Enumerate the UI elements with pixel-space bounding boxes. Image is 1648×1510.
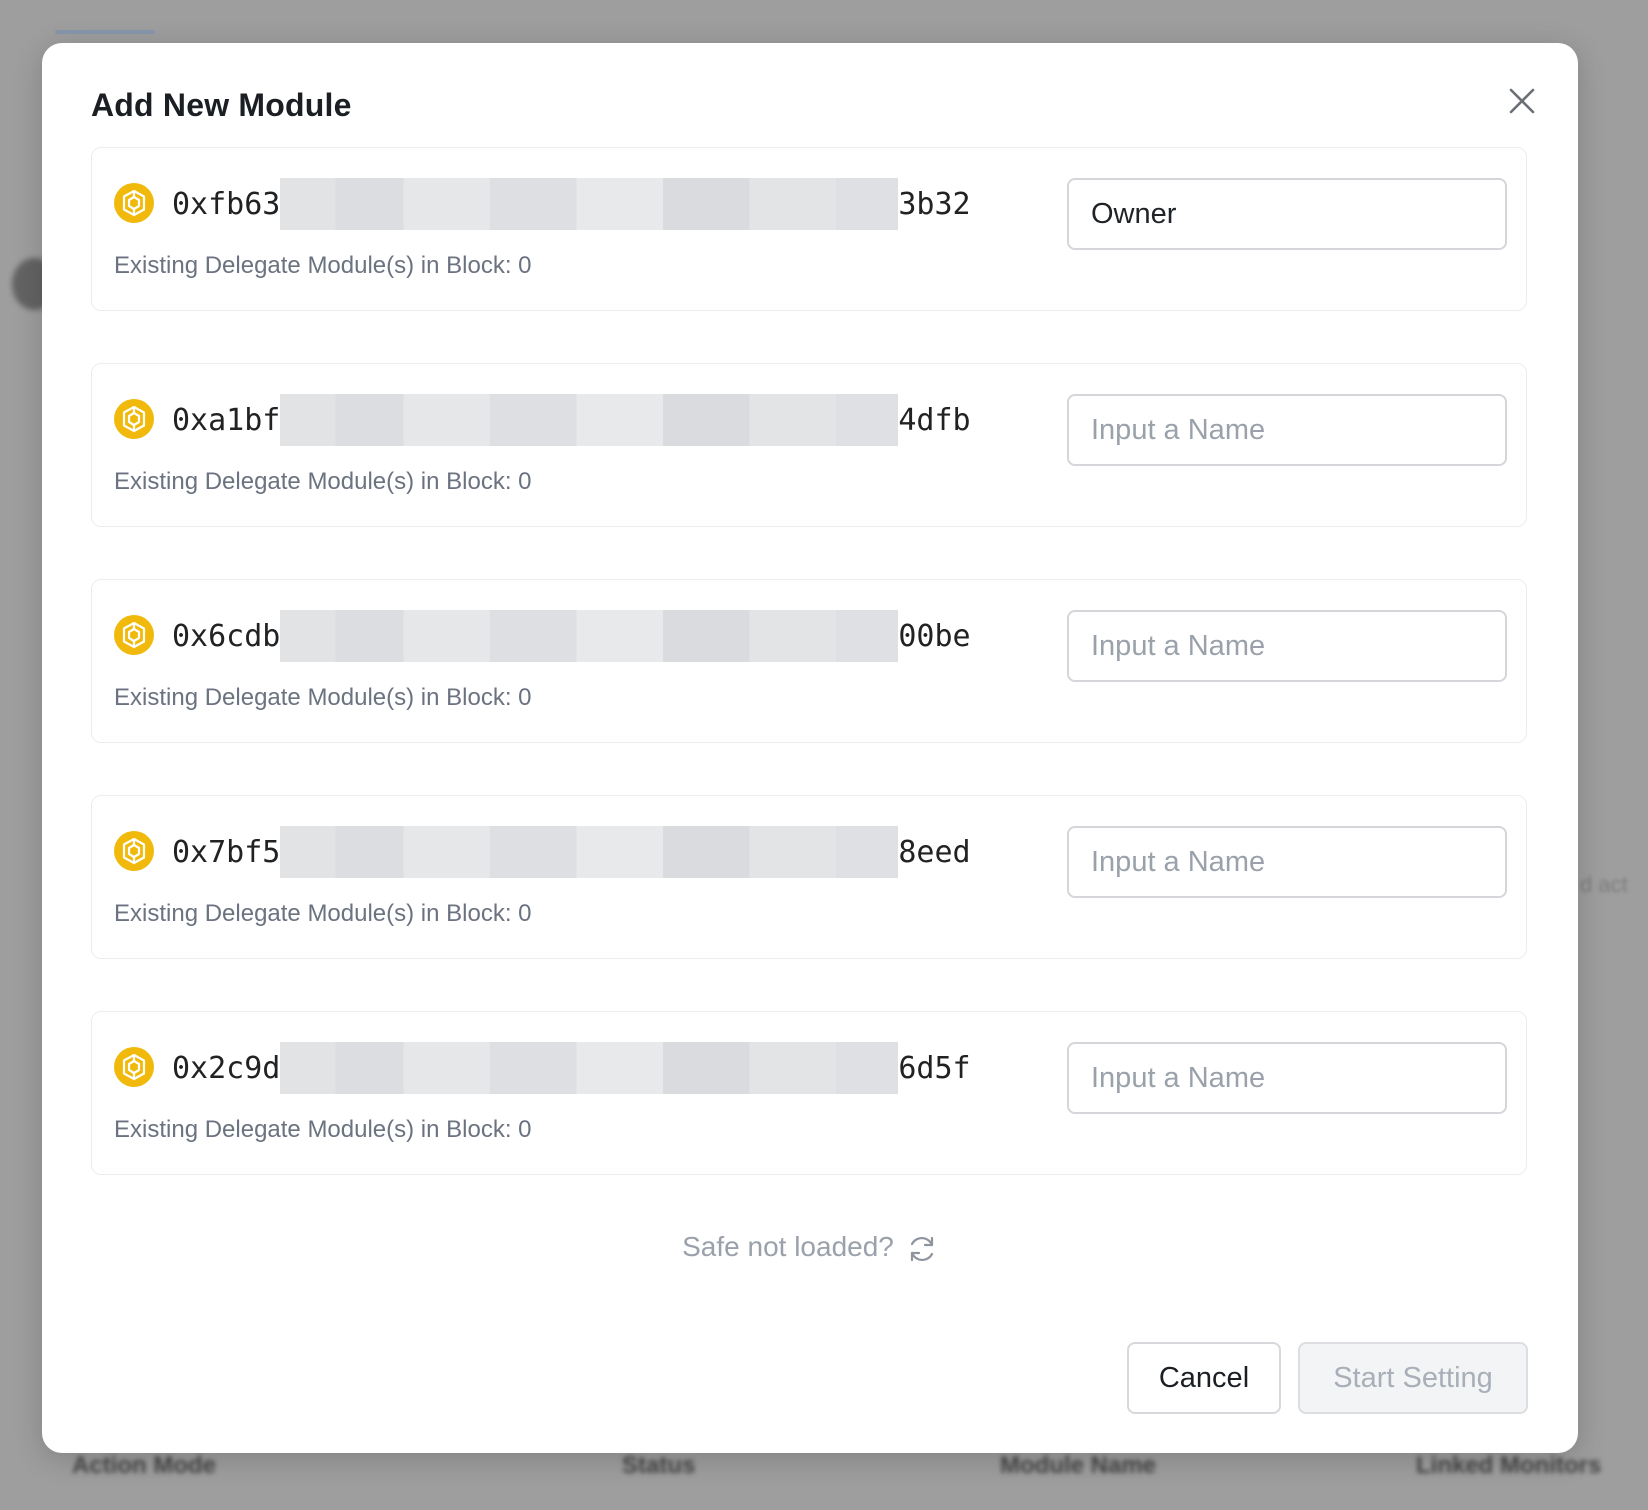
module-name-input[interactable] [1067, 826, 1507, 898]
start-setting-button[interactable]: Start Setting [1298, 1342, 1528, 1414]
address-prefix: 0x7bf5 [172, 834, 281, 870]
background-tab-indicator [55, 30, 155, 34]
address-redaction [280, 610, 899, 662]
module-name-input[interactable] [1067, 178, 1507, 250]
address-suffix: 3b32 [898, 186, 971, 222]
address-suffix: 8eed [898, 834, 971, 870]
address-redaction [280, 394, 899, 446]
background-column-status: Status [622, 1452, 696, 1479]
cancel-button[interactable]: Cancel [1127, 1342, 1281, 1414]
address-prefix: 0x2c9d [172, 1050, 281, 1086]
existing-modules-text: Existing Delegate Module(s) in Block: 0 [114, 1116, 532, 1143]
address-prefix: 0xa1bf [172, 402, 281, 438]
bnb-coin-icon [114, 399, 154, 439]
module-name-input[interactable] [1067, 1042, 1507, 1114]
module-card: 0x7bf5 8eed Existing Delegate Module(s) in… [91, 795, 1527, 959]
module-card: 0xa1bf 4dfb Existing Delegate Module(s) in… [91, 363, 1527, 527]
address-suffix: 00be [898, 618, 971, 654]
add-module-dialog: Add New Module 0xfb63 3b32 Existing Delega… [42, 43, 1578, 1453]
background-partial-text: d act [1580, 872, 1628, 897]
address-prefix: 0x6cdb [172, 618, 281, 654]
address-redaction [280, 826, 899, 878]
background-column-module-name: Module Name [1000, 1452, 1157, 1479]
dialog-title: Add New Module [91, 87, 352, 123]
module-name-input[interactable] [1067, 610, 1507, 682]
bnb-coin-icon [114, 183, 154, 223]
safe-not-loaded-row: Safe not loaded? [42, 1229, 1578, 1265]
close-icon[interactable] [1502, 81, 1542, 121]
module-address: 0xa1bf 4dfb [172, 394, 971, 446]
module-address: 0xfb63 3b32 [172, 178, 971, 230]
bnb-coin-icon [114, 615, 154, 655]
safe-not-loaded-text: Safe not loaded? [682, 1231, 894, 1262]
existing-modules-text: Existing Delegate Module(s) in Block: 0 [114, 900, 532, 927]
address-suffix: 4dfb [898, 402, 971, 438]
module-name-input[interactable] [1067, 394, 1507, 466]
existing-modules-text: Existing Delegate Module(s) in Block: 0 [114, 684, 532, 711]
background-column-linked-monitors: Linked Monitors [1416, 1452, 1602, 1479]
existing-modules-text: Existing Delegate Module(s) in Block: 0 [114, 468, 532, 495]
background-column-action-mode: Action Mode [72, 1452, 216, 1479]
module-address: 0x2c9d 6d5f [172, 1042, 971, 1094]
address-redaction [280, 178, 899, 230]
address-redaction [280, 1042, 899, 1094]
bnb-coin-icon [114, 831, 154, 871]
module-card: 0x6cdb 00be Existing Delegate Module(s) in… [91, 579, 1527, 743]
module-card: 0x2c9d 6d5f Existing Delegate Module(s) in… [91, 1011, 1527, 1175]
module-address: 0x7bf5 8eed [172, 826, 971, 878]
module-card: 0xfb63 3b32 Existing Delegate Module(s) in… [91, 147, 1527, 311]
address-suffix: 6d5f [898, 1050, 971, 1086]
bnb-coin-icon [114, 1047, 154, 1087]
refresh-icon[interactable] [906, 1233, 938, 1265]
address-prefix: 0xfb63 [172, 186, 281, 222]
module-address: 0x6cdb 00be [172, 610, 971, 662]
existing-modules-text: Existing Delegate Module(s) in Block: 0 [114, 252, 532, 279]
